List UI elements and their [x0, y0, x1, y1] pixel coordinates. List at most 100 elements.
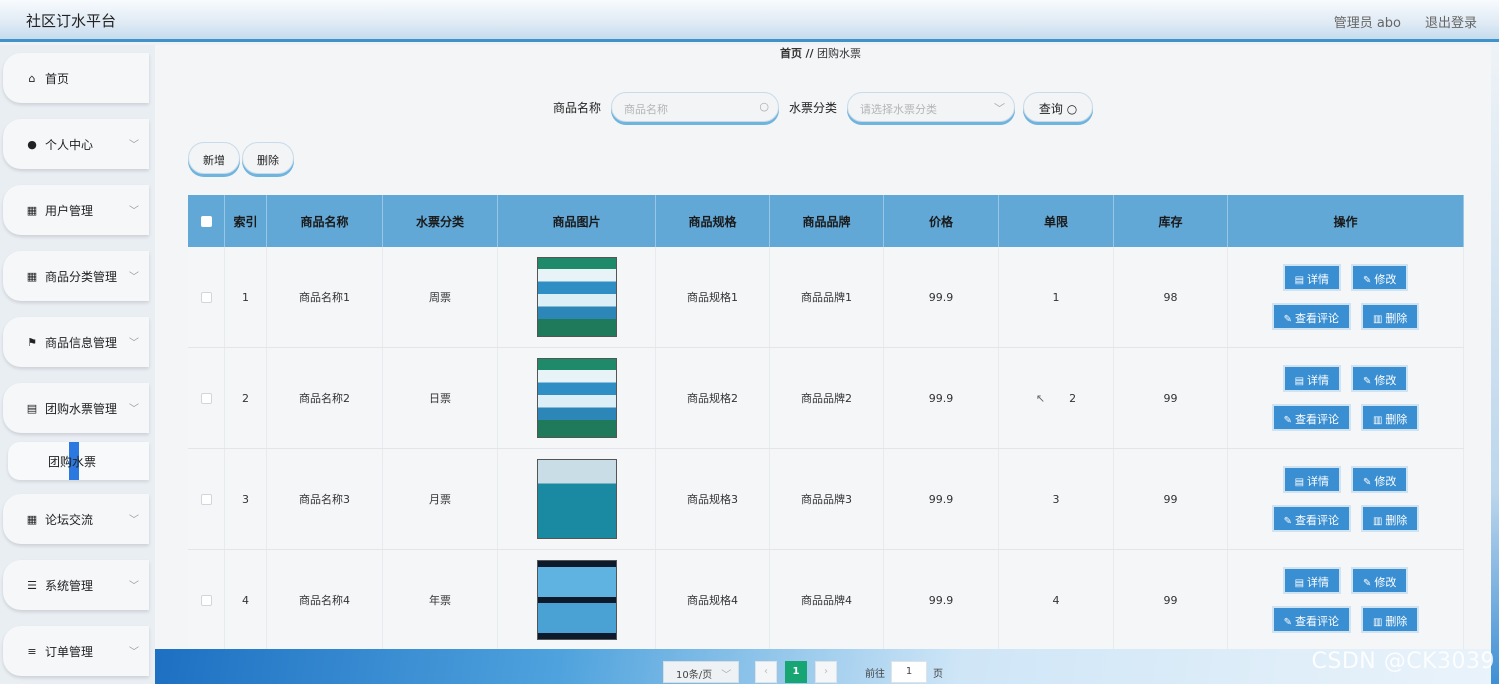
detail-label: 详情	[1307, 475, 1330, 488]
document-icon: ▤	[26, 401, 38, 415]
product-name-input[interactable]: 商品名称 ○	[611, 92, 780, 122]
sidebar: ⌂ 首页 ● 个人中心 ﹀ ▦ 用户管理 ﹀ ▦ 商品分类管理 ﹀ ⚑ 商品信息…	[0, 45, 155, 684]
chevron-down-icon: ﹀	[129, 581, 139, 592]
col-index: 索引	[225, 195, 267, 247]
sidebar-item-forum[interactable]: ▦ 论坛交流 ﹀	[3, 494, 149, 544]
goto-page-input[interactable]: 1	[891, 661, 927, 683]
document-icon: ▤	[1294, 477, 1305, 488]
row-checkbox[interactable]	[200, 594, 212, 606]
breadcrumb-home[interactable]: 首页	[780, 47, 802, 60]
cell-stock: 98	[1114, 247, 1228, 347]
sidebar-subitem-group-ticket[interactable]: 团购水票	[8, 442, 149, 480]
trash-icon: ▥	[1372, 516, 1383, 527]
sidebar-item-ticket-management[interactable]: ▤ 团购水票管理 ﹀	[3, 383, 149, 433]
edit-button[interactable]: ✎ 修改	[1351, 567, 1409, 594]
col-product-name: 商品名称	[267, 195, 383, 247]
view-comments-button[interactable]: ✎ 查看评论	[1271, 404, 1351, 431]
sidebar-item-label: 论坛交流	[45, 512, 94, 527]
delete-button[interactable]: ▥ 删除	[1360, 303, 1420, 330]
sidebar-item-user-management[interactable]: ▦ 用户管理 ﹀	[3, 185, 149, 235]
logout-link[interactable]: 退出登录	[1425, 12, 1477, 31]
pencil-icon: ✎	[1363, 578, 1372, 589]
cell-limit-value: 2	[1069, 391, 1077, 405]
pencil-icon: ✎	[1363, 477, 1372, 488]
row-check-cell	[188, 247, 225, 347]
view-comments-button[interactable]: ✎ 查看评论	[1271, 303, 1351, 330]
detail-button[interactable]: ▤ 详情	[1282, 365, 1342, 392]
view-comments-label: 查看评论	[1294, 615, 1339, 628]
chevron-down-icon: ﹀	[129, 404, 139, 415]
select-all-checkbox[interactable]	[200, 215, 212, 227]
delete-label: 删除	[1385, 615, 1408, 628]
sidebar-item-category-management[interactable]: ▦ 商品分类管理 ﹀	[3, 251, 149, 301]
query-button[interactable]: 查询 ○	[1023, 92, 1094, 122]
sidebar-item-order-management[interactable]: ≡ 订单管理 ﹀	[3, 626, 149, 676]
cell-spec: 商品规格1	[656, 247, 770, 347]
sidebar-subitem-label: 团购水票	[48, 455, 97, 469]
pencil-icon: ✎	[1283, 415, 1292, 426]
view-comments-label: 查看评论	[1294, 514, 1339, 527]
detail-label: 详情	[1307, 273, 1330, 286]
sidebar-item-system-management[interactable]: ☰ 系统管理 ﹀	[3, 560, 149, 610]
table-row: 3 商品名称3 月票 商品规格3 商品品牌3 99.9 3 99 ▤ 详情 ✎ 修改…	[188, 449, 1464, 550]
sidebar-item-label: 用户管理	[45, 203, 94, 218]
cell-stock: 99	[1114, 449, 1228, 549]
view-comments-label: 查看评论	[1294, 413, 1339, 426]
chevron-down-icon: ﹀	[129, 140, 139, 151]
cell-index: 2	[225, 348, 267, 448]
main-content: 首页 // 团购水票 商品名称 商品名称 ○ 水票分类 请选择水票分类 ﹀ 查询…	[155, 45, 1499, 684]
product-thumbnail[interactable]	[536, 257, 617, 337]
product-thumbnail[interactable]	[536, 459, 617, 539]
delete-button[interactable]: ▥ 删除	[1360, 606, 1420, 633]
ticket-category-select[interactable]: 请选择水票分类 ﹀	[847, 92, 1016, 122]
view-comments-button[interactable]: ✎ 查看评论	[1271, 505, 1351, 532]
row-check-cell	[188, 348, 225, 448]
sidebar-item-product-management[interactable]: ⚑ 商品信息管理 ﹀	[3, 317, 149, 367]
delete-button[interactable]: ▥ 删除	[1360, 404, 1420, 431]
watermark: CSDN @CK3039	[1311, 649, 1495, 674]
ticket-category-placeholder: 请选择水票分类	[860, 103, 938, 116]
row-checkbox[interactable]	[200, 493, 212, 505]
page-unit-label: 页	[933, 668, 943, 680]
home-icon: ⌂	[28, 71, 36, 85]
cell-operations: ▤ 详情 ✎ 修改 ✎ 查看评论 ▥ 删除	[1228, 449, 1464, 549]
sidebar-item-label: 商品分类管理	[45, 269, 118, 284]
next-page-button[interactable]: ›	[815, 661, 837, 683]
batch-delete-button[interactable]: 删除	[242, 142, 294, 174]
detail-button[interactable]: ▤ 详情	[1282, 466, 1342, 493]
prev-page-button[interactable]: ‹	[755, 661, 777, 683]
flag-icon: ⚑	[27, 335, 37, 349]
cell-price: 99.9	[884, 550, 999, 650]
cell-ticket-category: 月票	[383, 449, 498, 549]
table-row: 2 商品名称2 日票 商品规格2 商品品牌2 99.9 ↖ 2 99 ▤ 详情 ✎…	[188, 348, 1464, 449]
row-checkbox[interactable]	[200, 392, 212, 404]
col-spec: 商品规格	[656, 195, 770, 247]
table-row: 1 商品名称1 周票 商品规格1 商品品牌1 99.9 1 98 ▤ 详情 ✎ 修改…	[188, 247, 1464, 348]
detail-label: 详情	[1307, 576, 1330, 589]
detail-button[interactable]: ▤ 详情	[1282, 567, 1342, 594]
col-product-image: 商品图片	[498, 195, 656, 247]
cell-limit: 4	[999, 550, 1114, 650]
delete-button[interactable]: ▥ 删除	[1360, 505, 1420, 532]
pencil-icon: ✎	[1363, 376, 1372, 387]
page-size-select[interactable]: 10条/页 ﹀	[663, 661, 739, 683]
edit-button[interactable]: ✎ 修改	[1351, 264, 1409, 291]
sidebar-item-home[interactable]: ⌂ 首页	[3, 53, 149, 103]
sidebar-item-label: 商品信息管理	[45, 335, 118, 350]
cell-operations: ▤ 详情 ✎ 修改 ✎ 查看评论 ▥ 删除	[1228, 550, 1464, 650]
view-comments-button[interactable]: ✎ 查看评论	[1271, 606, 1351, 633]
search-icon: ○	[1066, 102, 1078, 116]
breadcrumb-separator: //	[805, 47, 814, 60]
page-number-button[interactable]: 1	[785, 661, 807, 683]
row-checkbox[interactable]	[200, 291, 212, 303]
sidebar-item-personal-center[interactable]: ● 个人中心 ﹀	[3, 119, 149, 169]
product-thumbnail[interactable]	[536, 560, 617, 640]
chevron-down-icon: ﹀	[129, 206, 139, 217]
edit-button[interactable]: ✎ 修改	[1351, 365, 1409, 392]
cell-product-image	[498, 550, 656, 650]
detail-button[interactable]: ▤ 详情	[1282, 264, 1342, 291]
edit-button[interactable]: ✎ 修改	[1351, 466, 1409, 493]
add-button[interactable]: 新增	[188, 142, 240, 174]
cell-index: 1	[225, 247, 267, 347]
product-thumbnail[interactable]	[536, 358, 617, 438]
